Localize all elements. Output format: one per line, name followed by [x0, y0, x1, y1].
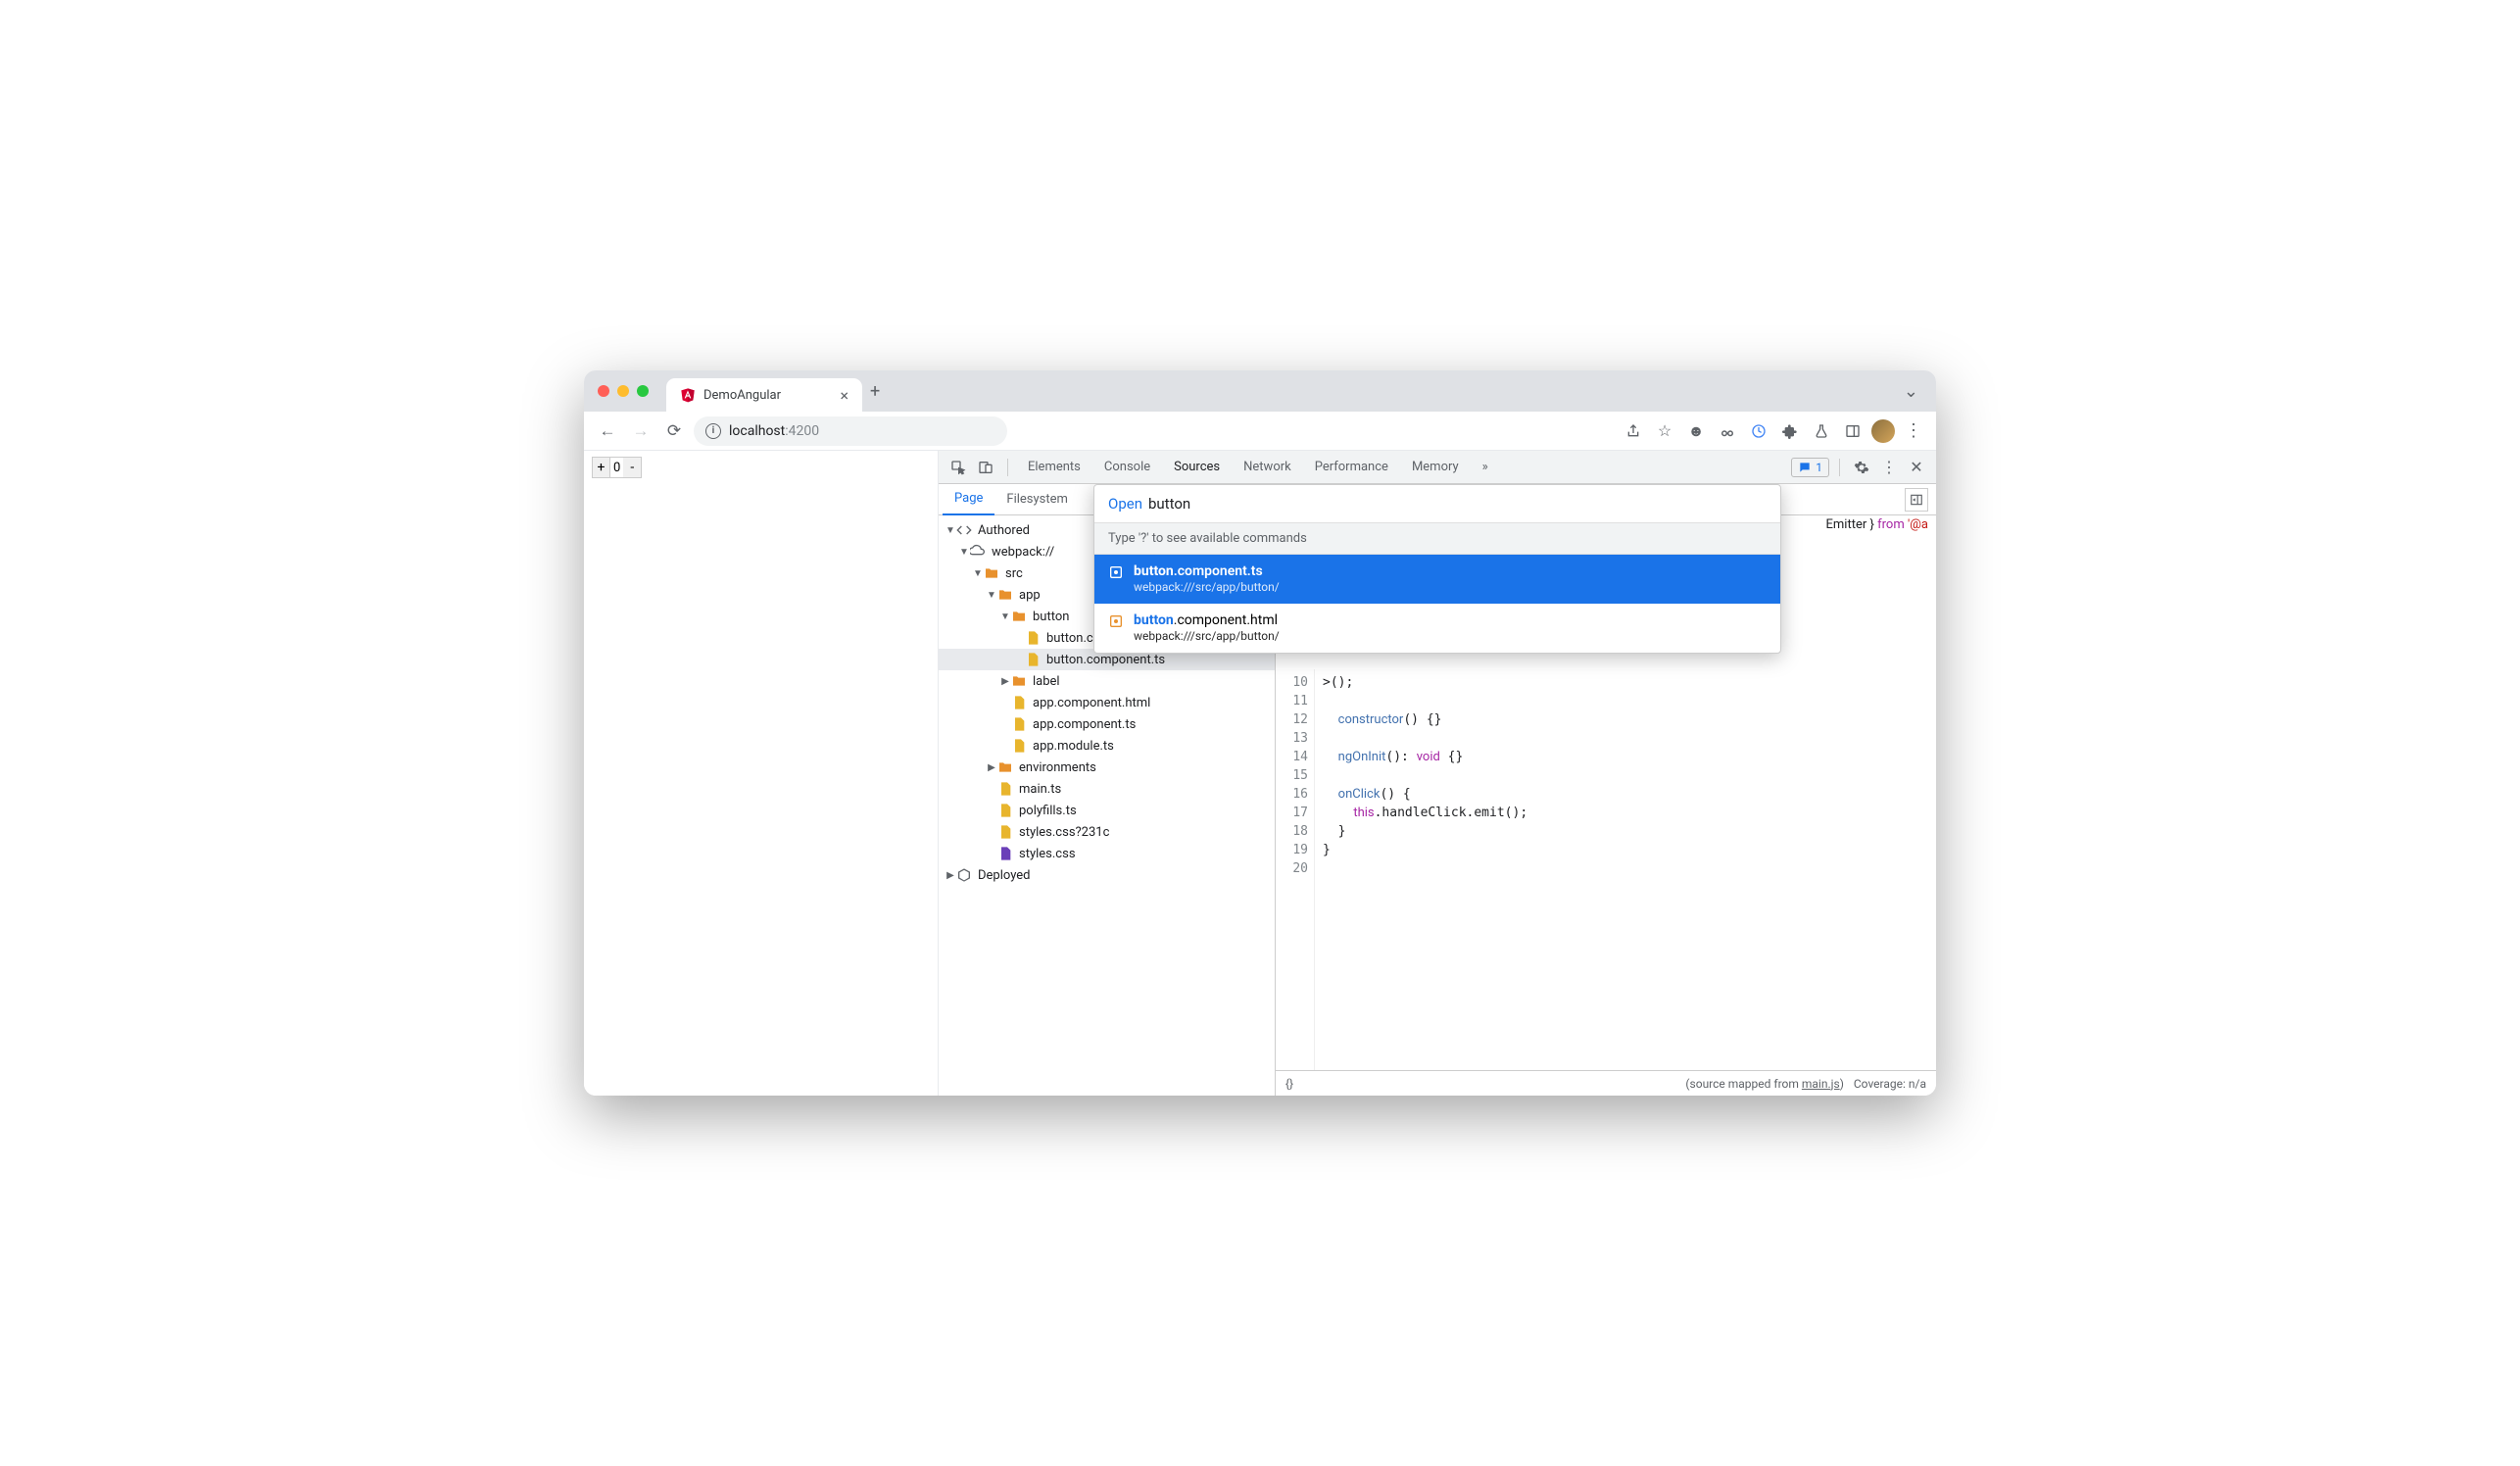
- open-file-dialog: Open Type '?' to see available commands …: [1093, 484, 1781, 654]
- tree-app-ts[interactable]: app.component.ts: [939, 713, 1275, 735]
- line-gutter: 1011121314151617181920: [1276, 669, 1315, 1070]
- tab-sources[interactable]: Sources: [1164, 451, 1230, 484]
- tree-polyfills[interactable]: polyfills.ts: [939, 800, 1275, 821]
- tree-styles[interactable]: styles.css: [939, 843, 1275, 864]
- extension-flask-icon[interactable]: [1809, 418, 1834, 444]
- tab-elements[interactable]: Elements: [1018, 451, 1090, 484]
- bookmark-star-icon[interactable]: ☆: [1652, 418, 1677, 444]
- code-content[interactable]: >(); constructor() {} ngOnInit(): void {…: [1315, 669, 1936, 1070]
- counter-widget: + 0 -: [592, 457, 642, 478]
- window-controls: [598, 385, 649, 397]
- sources-tab-filesystem[interactable]: Filesystem: [994, 484, 1080, 515]
- inspect-element-icon[interactable]: [946, 456, 970, 479]
- forward-button[interactable]: →: [627, 417, 654, 445]
- code-area[interactable]: 1011121314151617181920 >(); constructor(…: [1276, 669, 1936, 1070]
- devtools-body: Page Filesystem ⋮ ▼Authored ▼webpack:// …: [939, 484, 1936, 1096]
- extension-incognito-icon[interactable]: [1715, 418, 1740, 444]
- devtools-menu-icon[interactable]: ⋮: [1877, 456, 1901, 479]
- tree-deployed[interactable]: ▶Deployed: [939, 864, 1275, 886]
- issues-count: 1: [1816, 461, 1822, 474]
- angular-favicon-icon: [680, 387, 696, 403]
- issues-badge[interactable]: 1: [1791, 458, 1829, 477]
- open-label: Open: [1108, 495, 1142, 513]
- open-result-0[interactable]: button.component.ts webpack:///src/app/b…: [1094, 555, 1780, 604]
- tab-network[interactable]: Network: [1234, 451, 1301, 484]
- new-tab-button[interactable]: +: [870, 381, 880, 402]
- back-button[interactable]: ←: [594, 417, 621, 445]
- counter-value: 0: [610, 461, 623, 475]
- tree-styles-q[interactable]: styles.css?231c: [939, 821, 1275, 843]
- maximize-window-button[interactable]: [637, 385, 649, 397]
- open-result-1[interactable]: button.component.html webpack:///src/app…: [1094, 604, 1780, 653]
- close-window-button[interactable]: [598, 385, 609, 397]
- site-info-icon[interactable]: i: [705, 423, 721, 439]
- open-dialog-header: Open: [1094, 485, 1780, 522]
- reload-button[interactable]: ⟳: [660, 417, 688, 445]
- pretty-print-icon[interactable]: {}: [1285, 1077, 1293, 1091]
- browser-window: DemoAngular × + ⌄ ← → ⟳ i localhost:4200…: [584, 370, 1936, 1096]
- browser-tab[interactable]: DemoAngular ×: [666, 378, 862, 412]
- device-toolbar-icon[interactable]: [974, 456, 997, 479]
- url-host: localhost: [729, 423, 785, 439]
- open-results: button.component.ts webpack:///src/app/b…: [1094, 555, 1780, 653]
- tab-performance[interactable]: Performance: [1305, 451, 1398, 484]
- close-devtools-icon[interactable]: ✕: [1905, 456, 1928, 479]
- counter-plus-button[interactable]: +: [593, 458, 610, 477]
- tab-console[interactable]: Console: [1094, 451, 1160, 484]
- devtools-panel: Elements Console Sources Network Perform…: [939, 451, 1936, 1096]
- tree-label-folder[interactable]: ▶label: [939, 670, 1275, 692]
- tree-main-ts[interactable]: main.ts: [939, 778, 1275, 800]
- browser-tab-strip: DemoAngular × + ⌄: [584, 370, 1936, 412]
- extension-lighthouse-icon[interactable]: [1746, 418, 1771, 444]
- extension-face-icon[interactable]: ☻: [1683, 418, 1709, 444]
- open-hint: Type '?' to see available commands: [1094, 522, 1780, 555]
- settings-gear-icon[interactable]: [1850, 456, 1873, 479]
- tree-app-html[interactable]: app.component.html: [939, 692, 1275, 713]
- omnibox[interactable]: i localhost:4200: [694, 416, 1007, 446]
- side-panel-icon[interactable]: [1840, 418, 1866, 444]
- tab-memory[interactable]: Memory: [1402, 451, 1469, 484]
- tab-title: DemoAngular: [703, 388, 781, 403]
- tab-overflow[interactable]: »: [1473, 451, 1498, 484]
- counter-minus-button[interactable]: -: [623, 458, 641, 477]
- source-mapped-label: (source mapped from main.js): [1685, 1077, 1843, 1091]
- address-bar: ← → ⟳ i localhost:4200 ☆ ☻ ⋮: [584, 412, 1936, 451]
- browser-menu-icon[interactable]: ⋮: [1901, 420, 1926, 441]
- extensions-puzzle-icon[interactable]: [1777, 418, 1803, 444]
- profile-avatar[interactable]: [1871, 419, 1895, 443]
- code-top-fragment: Emitter } from '@aEmitter } from '@a: [1826, 517, 1929, 532]
- editor-status-bar: {} (source mapped from main.js) Coverage…: [1276, 1070, 1936, 1096]
- tabs-chevron-icon[interactable]: ⌄: [1904, 381, 1918, 402]
- share-icon[interactable]: [1621, 418, 1646, 444]
- toggle-right-panel-icon[interactable]: [1905, 488, 1928, 512]
- content-surface: + 0 - Elements Console Sources Network P…: [584, 451, 1936, 1096]
- mapped-file-link[interactable]: main.js: [1802, 1077, 1840, 1091]
- coverage-label: Coverage: n/a: [1854, 1077, 1926, 1091]
- tree-environments[interactable]: ▶environments: [939, 757, 1275, 778]
- page-viewport: + 0 -: [584, 451, 939, 1096]
- tree-app-module[interactable]: app.module.ts: [939, 735, 1275, 757]
- devtools-tab-bar: Elements Console Sources Network Perform…: [939, 451, 1936, 484]
- open-file-input[interactable]: [1148, 495, 1767, 513]
- close-tab-icon[interactable]: ×: [840, 386, 848, 405]
- url-port: :4200: [785, 423, 819, 439]
- minimize-window-button[interactable]: [617, 385, 629, 397]
- sources-tab-page[interactable]: Page: [943, 484, 994, 515]
